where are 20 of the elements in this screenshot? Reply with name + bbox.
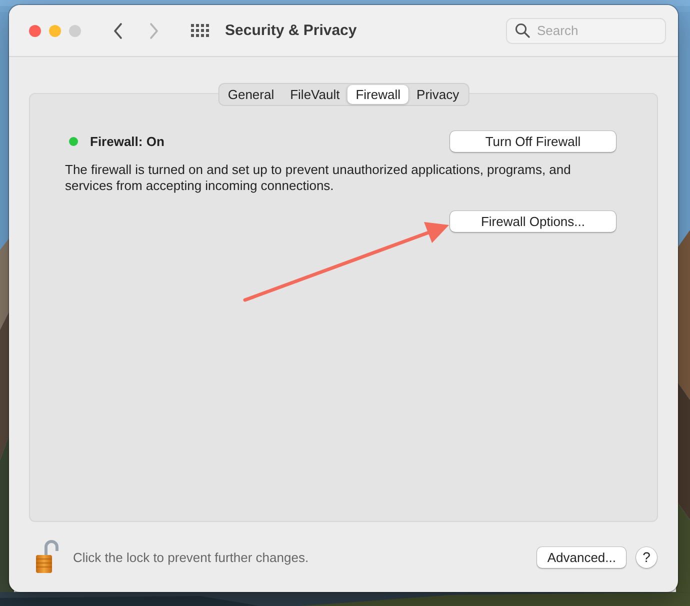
search-field[interactable]: Search xyxy=(506,18,666,44)
lock-hint: Click the lock to prevent further changes. xyxy=(73,550,309,564)
tab[interactable]: Privacy xyxy=(408,85,468,104)
back-icon[interactable] xyxy=(113,22,123,40)
advanced-button[interactable]: Advanced... xyxy=(537,546,626,568)
turn-off-firewall-button[interactable]: Turn Off Firewall xyxy=(450,130,616,152)
window-title: Security & Privacy xyxy=(225,22,357,39)
close-button[interactable] xyxy=(29,24,41,36)
lock-icon[interactable] xyxy=(34,540,60,574)
help-button[interactable]: ? xyxy=(636,546,657,568)
search-icon xyxy=(515,22,530,38)
firewall-options-button[interactable]: Firewall Options... xyxy=(450,211,616,232)
tab[interactable]: General xyxy=(220,85,282,104)
zoom-button[interactable] xyxy=(69,24,81,36)
tab[interactable]: FileVault xyxy=(282,85,348,104)
tab[interactable]: Firewall xyxy=(348,85,409,104)
minimize-button[interactable] xyxy=(49,24,61,36)
grid-icon[interactable] xyxy=(191,24,210,37)
description-text: The firewall is turned on and set up to prevent unauthorized applications, programs, and services from accepting incoming connections. xyxy=(65,162,572,194)
firewall-status: Firewall: On xyxy=(90,134,164,148)
